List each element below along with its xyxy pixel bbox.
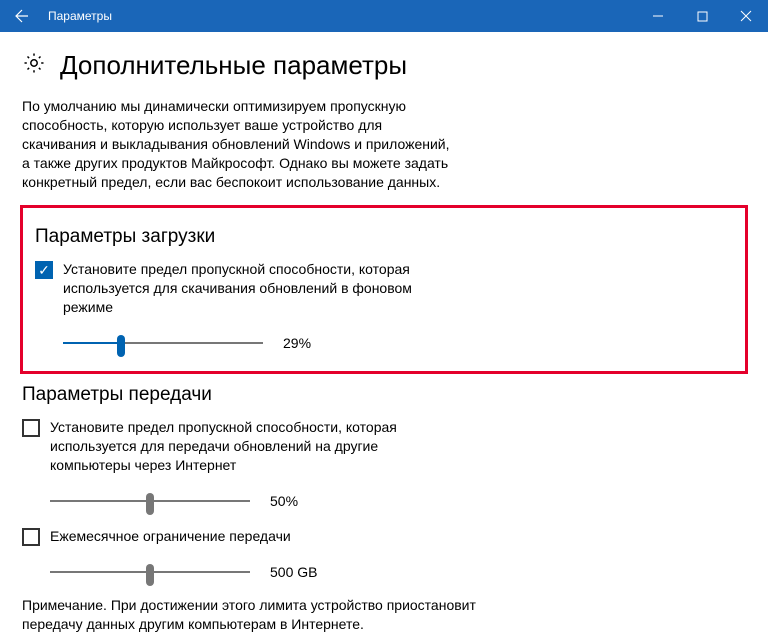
- gear-icon: [22, 51, 46, 80]
- slider-thumb[interactable]: [117, 335, 125, 357]
- monthly-slider-value: 500 GB: [270, 564, 330, 580]
- monthly-limit-slider[interactable]: [50, 562, 250, 582]
- download-slider-value: 29%: [283, 335, 343, 351]
- check-icon: ✓: [38, 263, 50, 277]
- upload-slider-row: 50%: [50, 491, 746, 511]
- upload-slider-value: 50%: [270, 493, 330, 509]
- window-title: Параметры: [44, 9, 112, 23]
- download-heading: Параметры загрузки: [35, 226, 733, 248]
- upload-note: Примечание. При достижении этого лимита …: [22, 596, 512, 633]
- monthly-limit-checkbox[interactable]: [22, 528, 40, 546]
- upload-limit-option[interactable]: Установите предел пропускной способности…: [22, 418, 452, 475]
- download-slider-row: 29%: [63, 333, 733, 353]
- upload-section: Параметры передачи Установите предел про…: [22, 384, 746, 633]
- download-limit-label: Установите предел пропускной способности…: [63, 260, 465, 317]
- intro-text: По умолчанию мы динамически оптимизируем…: [22, 97, 452, 191]
- window-titlebar: Параметры: [0, 0, 768, 32]
- download-bandwidth-slider[interactable]: [63, 333, 263, 353]
- upload-bandwidth-slider[interactable]: [50, 491, 250, 511]
- slider-thumb[interactable]: [146, 564, 154, 586]
- monthly-slider-row: 500 GB: [50, 562, 746, 582]
- upload-heading: Параметры передачи: [22, 384, 746, 406]
- download-limit-option[interactable]: ✓ Установите предел пропускной способнос…: [35, 260, 465, 317]
- monthly-limit-option[interactable]: Ежемесячное ограничение передачи: [22, 527, 452, 546]
- page-header: Дополнительные параметры: [22, 50, 746, 81]
- slider-thumb[interactable]: [146, 493, 154, 515]
- content-area: Дополнительные параметры По умолчанию мы…: [0, 32, 768, 633]
- maximize-button[interactable]: [680, 0, 724, 32]
- download-section: Параметры загрузки ✓ Установите предел п…: [35, 226, 733, 353]
- monthly-limit-label: Ежемесячное ограничение передачи: [50, 527, 291, 546]
- upload-limit-label: Установите предел пропускной способности…: [50, 418, 452, 475]
- minimize-button[interactable]: [636, 0, 680, 32]
- download-limit-checkbox[interactable]: ✓: [35, 261, 53, 279]
- download-section-highlight: Параметры загрузки ✓ Установите предел п…: [20, 205, 748, 374]
- page-title: Дополнительные параметры: [60, 50, 407, 81]
- close-button[interactable]: [724, 0, 768, 32]
- upload-limit-checkbox[interactable]: [22, 419, 40, 437]
- back-button[interactable]: [0, 0, 44, 32]
